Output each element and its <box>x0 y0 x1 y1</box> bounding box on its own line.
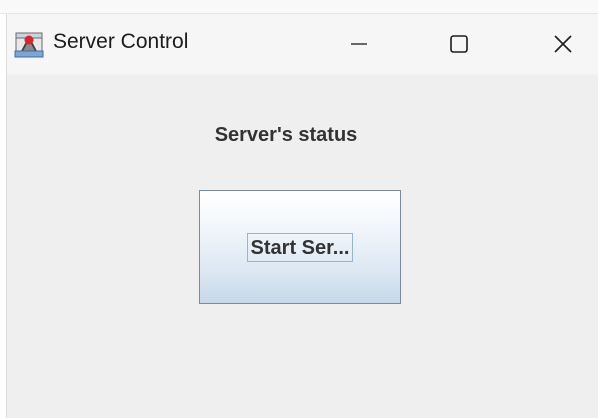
java-app-icon-graphic <box>14 32 44 58</box>
maximize-icon <box>450 35 468 53</box>
start-server-button[interactable]: Start Ser... <box>199 190 401 304</box>
window-title: Server Control <box>53 30 189 53</box>
client-area: Server's status Start Ser... <box>7 74 598 418</box>
server-control-window: Server Control Server's status Start Ser… <box>6 14 598 418</box>
screen: Server Control Server's status Start Ser… <box>0 0 598 418</box>
minimize-icon <box>351 43 367 45</box>
title-bar[interactable]: Server Control <box>7 14 598 74</box>
close-icon <box>554 35 572 53</box>
maximize-button[interactable] <box>429 14 489 74</box>
close-button[interactable] <box>533 14 593 74</box>
background-strip <box>0 0 598 14</box>
start-server-button-label: Start Ser... <box>246 232 354 262</box>
java-app-icon <box>13 29 45 59</box>
minimize-button[interactable] <box>329 14 389 74</box>
server-status-label: Server's status <box>214 124 358 146</box>
